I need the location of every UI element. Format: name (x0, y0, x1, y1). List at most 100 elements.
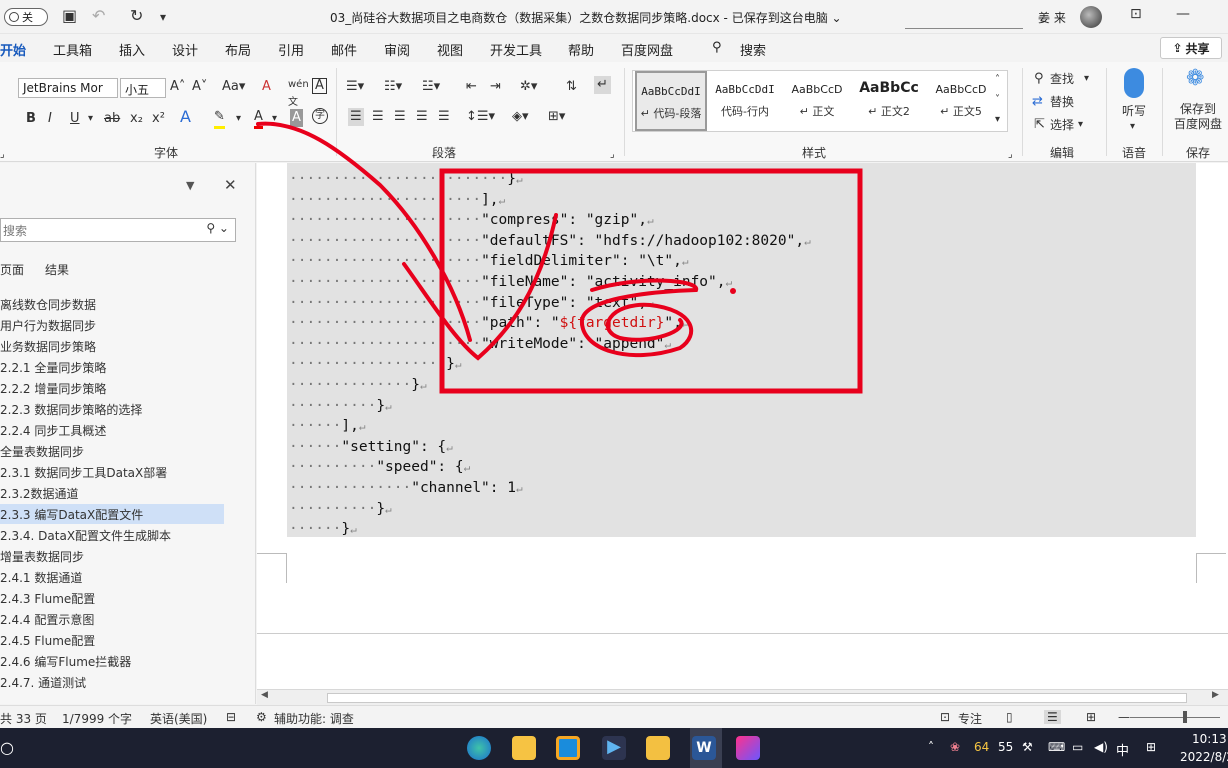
baidu-netdisk-icon[interactable]: ❁ (1186, 68, 1204, 90)
share-button[interactable]: ⇪ 共享 (1160, 37, 1222, 59)
file-explorer-icon[interactable] (512, 736, 536, 760)
language-indicator[interactable]: 英语(美国) (150, 710, 207, 727)
tab-insert[interactable]: 插入 (119, 40, 145, 59)
accessibility-icon[interactable]: ⚙ (256, 710, 267, 724)
next-page[interactable] (257, 633, 1228, 689)
search-icon[interactable]: ⚲ ⌄ (206, 221, 229, 235)
find-button[interactable]: 查找 (1050, 70, 1074, 88)
nav-heading-item[interactable]: 2.2.4 同步工具概述 (0, 420, 224, 440)
tab-review[interactable]: 审阅 (384, 40, 410, 59)
multilevel-list-icon[interactable]: ☳▾ (422, 78, 440, 96)
nav-heading-item[interactable]: 全量表数据同步 (0, 441, 224, 461)
nav-heading-item[interactable]: 离线数仓同步数据 (0, 294, 224, 314)
enclose-character-icon[interactable]: 字 (312, 108, 328, 124)
read-mode-icon[interactable]: ▯ (1006, 710, 1013, 724)
replace-icon[interactable]: ⇄ (1032, 93, 1043, 111)
tab-developer[interactable]: 开发工具 (490, 40, 542, 59)
nav-heading-item[interactable]: 2.3.1 数据同步工具DataX部署 (0, 462, 224, 482)
zoom-slider[interactable] (1130, 717, 1220, 718)
tab-design[interactable]: 设计 (172, 40, 198, 59)
highlight-dropdown-icon[interactable]: ▾ (236, 110, 241, 128)
highlight-icon[interactable]: ✎ (214, 108, 225, 129)
search-icon[interactable]: ○ (0, 738, 14, 757)
avatar[interactable] (1080, 6, 1102, 28)
zoom-slider-thumb[interactable] (1183, 711, 1187, 723)
shading-icon[interactable]: ◈▾ (512, 108, 529, 126)
select-icon[interactable]: ⇱ (1034, 116, 1045, 134)
document-page[interactable]: ·························}↵ ·············… (257, 163, 1228, 633)
underline-dropdown-icon[interactable]: ▾ (88, 110, 93, 128)
tell-me-search[interactable]: 搜索 (740, 40, 766, 59)
select-dropdown-icon[interactable]: ▾ (1078, 116, 1083, 134)
borders-icon[interactable]: ⊞▾ (548, 108, 565, 126)
decrease-indent-icon[interactable]: ⇤ (466, 78, 477, 96)
macro-icon[interactable]: ⊟ (226, 710, 236, 724)
justify-icon[interactable]: ☰ (416, 108, 428, 126)
edge-icon[interactable] (467, 736, 491, 760)
scroll-left-icon[interactable]: ◀ (261, 690, 268, 700)
strikethrough-icon[interactable]: ab (104, 110, 120, 128)
align-right-icon[interactable]: ☰ (394, 108, 406, 126)
font-dialog-launcher-icon[interactable]: ⌟ (0, 146, 5, 164)
style-code-paragraph[interactable]: AaBbCcDdI ↵ 代码-段落 (635, 71, 707, 131)
text-effects-icon[interactable]: A (180, 108, 191, 126)
align-left-icon[interactable]: ☰ (348, 108, 364, 126)
asian-layout-icon[interactable]: ✲▾ (520, 78, 537, 96)
font-color-icon[interactable]: A (254, 108, 263, 129)
tab-references[interactable]: 引用 (278, 40, 304, 59)
code-line[interactable]: ······}↵ (289, 519, 357, 540)
nav-tab-results[interactable]: 结果 (45, 261, 69, 278)
tab-mailings[interactable]: 邮件 (331, 40, 357, 59)
nav-heading-item[interactable]: 2.3.2数据通道 (0, 483, 224, 503)
underline-icon[interactable]: U (70, 110, 80, 128)
ime-indicator[interactable]: 中 (1116, 740, 1129, 759)
character-shading-icon[interactable]: A (290, 109, 303, 127)
nav-heading-item[interactable]: 2.2.1 全量同步策略 (0, 357, 224, 377)
weather-icon[interactable]: ❀ (950, 740, 960, 754)
code-line[interactable]: ······················"fieldDelimiter": … (289, 251, 688, 272)
nav-heading-item[interactable]: 业务数据同步策略 (0, 336, 224, 356)
paragraph-dialog-launcher-icon[interactable]: ⌟ (610, 146, 615, 164)
code-line[interactable]: ······················"writeMode": "appe… (289, 334, 671, 355)
volume-icon[interactable]: ◀) (1094, 740, 1108, 754)
font-name-combo[interactable]: JetBrains Mor (18, 78, 118, 98)
minimize-icon[interactable]: — (1176, 6, 1190, 22)
nav-heading-item[interactable]: 2.4.6 编写Flume拦截器 (0, 651, 224, 671)
autosave-toggle[interactable]: 关 (4, 8, 48, 26)
nav-search-input[interactable]: 搜索 ⚲ ⌄ (0, 218, 236, 242)
select-button[interactable]: 选择 (1050, 116, 1074, 134)
ribbon-display-icon[interactable]: ⊡ (1130, 6, 1142, 22)
code-line[interactable]: ··················}↵ (289, 354, 462, 375)
title-search-box[interactable] (905, 5, 1023, 29)
clear-format-icon[interactable]: A (262, 78, 271, 96)
nav-heading-item[interactable]: 2.3.4. DataX配置文件生成脚本 (0, 525, 224, 545)
user-name[interactable]: 姜 来 (1038, 9, 1066, 26)
intellij-icon[interactable] (736, 736, 760, 760)
font-color-dropdown-icon[interactable]: ▾ (272, 110, 277, 128)
style-code-inline[interactable]: AaBbCcDdI 代码-行内 (709, 71, 781, 131)
code-line[interactable]: ··········"speed": {↵ (289, 457, 470, 478)
find-icon[interactable]: ⚲ (1034, 70, 1044, 88)
redo-icon[interactable]: ↻ (130, 6, 143, 25)
code-line[interactable]: ······················],↵ (289, 190, 505, 211)
gallery-up-icon[interactable]: ˄ (995, 71, 1000, 89)
nav-heading-item[interactable]: 用户行为数据同步 (0, 315, 224, 335)
shrink-font-icon[interactable]: A˅ (192, 78, 207, 96)
code-line[interactable]: ······················"fileName": "activ… (289, 272, 732, 293)
terminal-icon[interactable]: ▶ (602, 736, 626, 760)
italic-icon[interactable]: I (48, 110, 52, 128)
nav-tab-pages[interactable]: 页面 (0, 261, 24, 278)
find-dropdown-icon[interactable]: ▾ (1084, 70, 1089, 88)
code-block[interactable]: ·························}↵ ·············… (287, 163, 1196, 537)
styles-dialog-launcher-icon[interactable]: ⌟ (1008, 146, 1013, 164)
subscript-icon[interactable]: x₂ (130, 110, 143, 128)
clock-time[interactable]: 10:13 (1192, 732, 1227, 746)
tray-expand-icon[interactable]: ˄ (928, 740, 934, 754)
code-line[interactable]: ··············}↵ (289, 375, 427, 396)
tab-help[interactable]: 帮助 (568, 40, 594, 59)
microphone-icon[interactable] (1124, 68, 1144, 98)
save-icon[interactable]: ▣ (62, 6, 77, 25)
page-count[interactable]: 共 33 页 (0, 710, 47, 727)
code-line[interactable]: ······],↵ (289, 416, 365, 437)
app-icon[interactable] (556, 736, 580, 760)
